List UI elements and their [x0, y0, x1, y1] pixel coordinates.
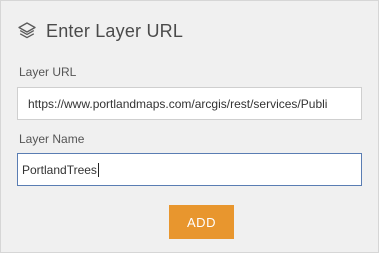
panel-title: Enter Layer URL — [46, 20, 184, 41]
layer-name-label: Layer Name — [19, 132, 85, 146]
layer-url-label: Layer URL — [19, 65, 77, 79]
layers-icon — [17, 21, 37, 41]
layer-name-value: PortlandTrees — [22, 162, 97, 177]
add-layer-panel: Enter Layer URL Layer URL https://www.po… — [0, 0, 379, 253]
add-button[interactable]: ADD — [169, 205, 234, 239]
layer-url-value: https://www.portlandmaps.com/arcgis/rest… — [28, 96, 328, 111]
panel-header: Enter Layer URL — [17, 18, 183, 44]
layer-url-input[interactable]: https://www.portlandmaps.com/arcgis/rest… — [17, 87, 362, 120]
layer-name-input[interactable]: PortlandTrees — [17, 153, 362, 186]
text-cursor — [97, 162, 99, 177]
